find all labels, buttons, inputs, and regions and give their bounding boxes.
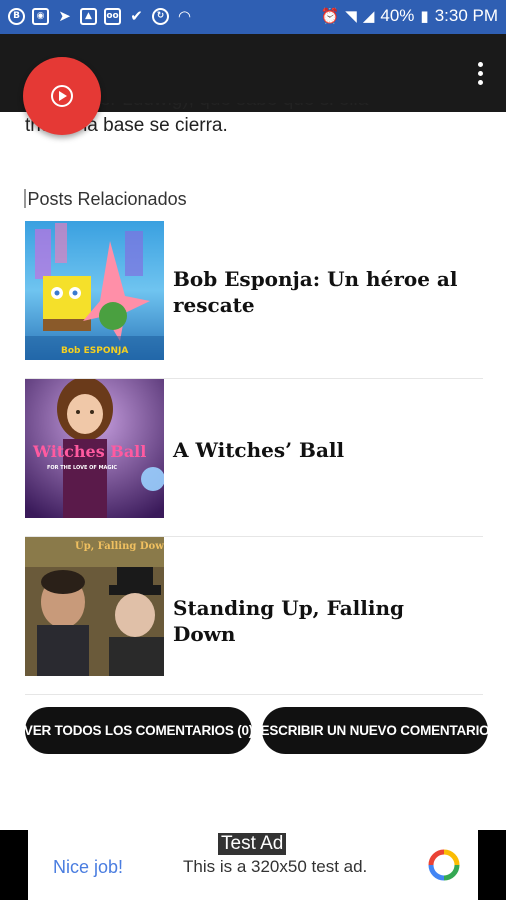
related-post[interactable]: Bob ESPONJA Bob Esponja: Un héroe al res… xyxy=(25,221,483,379)
post-title[interactable]: Standing Up, Falling Down xyxy=(173,595,473,647)
discord-icon: ◉ xyxy=(32,8,49,25)
battery-percent: 40% xyxy=(380,6,415,25)
post-thumbnail[interactable]: Up, Falling Down xyxy=(25,537,164,676)
related-post[interactable]: Up, Falling Down Standing Up, Falling Do… xyxy=(25,537,483,695)
post-thumbnail[interactable]: Witches Ball FOR THE LOVE OF MAGIC xyxy=(25,379,164,518)
alarm-icon: ⏰ xyxy=(320,7,340,25)
thumb-text: Up, Falling Down xyxy=(75,541,164,552)
ad-logo-icon[interactable] xyxy=(427,848,461,882)
view-all-comments-button[interactable]: VER TODOS LOS COMENTARIOS (0) xyxy=(24,707,253,754)
telegram-icon: ➤ xyxy=(58,7,71,25)
wifi-icon: ◠ xyxy=(178,7,191,25)
b-badge-icon: B xyxy=(8,8,25,25)
test-ad-label: Test Ad xyxy=(218,833,287,855)
wifi-signal-icon: ◥ xyxy=(345,7,357,25)
check-icon: ✔ xyxy=(130,7,143,25)
thumb-text: Bob ESPONJA xyxy=(61,346,128,356)
notification-icons: B ◉ ➤ ▲ oo ✔ ↻ ◠ xyxy=(8,8,193,25)
play-fab-button[interactable] xyxy=(23,57,101,135)
image-icon: ▲ xyxy=(80,8,97,25)
clock: 3:30 PM xyxy=(434,6,498,25)
more-options-icon[interactable] xyxy=(478,62,484,89)
sync-icon: ↻ xyxy=(152,8,169,25)
ad-nice-text[interactable]: Nice job! xyxy=(53,857,123,878)
battery-icon: ▮ xyxy=(420,7,429,25)
voicemail-icon: oo xyxy=(104,8,121,25)
post-title[interactable]: A Witches’ Ball xyxy=(173,437,473,463)
thumb-text: Witches Ball xyxy=(32,442,146,461)
write-comment-button[interactable]: ESCRIBIR UN NUEVO COMENTARIO xyxy=(261,707,490,754)
related-post[interactable]: Witches Ball FOR THE LOVE OF MAGIC A Wit… xyxy=(25,379,483,537)
post-thumbnail[interactable]: Bob ESPONJA xyxy=(25,221,164,360)
post-title[interactable]: Bob Esponja: Un héroe al rescate xyxy=(173,266,473,318)
thumb-subtext: FOR THE LOVE OF MAGIC xyxy=(47,465,117,471)
play-circle-icon xyxy=(51,85,73,107)
cell-signal-icon: ◢ xyxy=(362,7,375,25)
related-posts-title: Posts Relacionados xyxy=(24,189,187,210)
system-status: ⏰ ◥ ◢ 40% ▮ 3:30 PM xyxy=(321,6,498,26)
status-bar: B ◉ ➤ ▲ oo ✔ ↻ ◠ ⏰ ◥ ◢ 40% ▮ 3:30 PM xyxy=(0,0,506,34)
ad-text: This is a 320x50 test ad. xyxy=(183,857,368,876)
